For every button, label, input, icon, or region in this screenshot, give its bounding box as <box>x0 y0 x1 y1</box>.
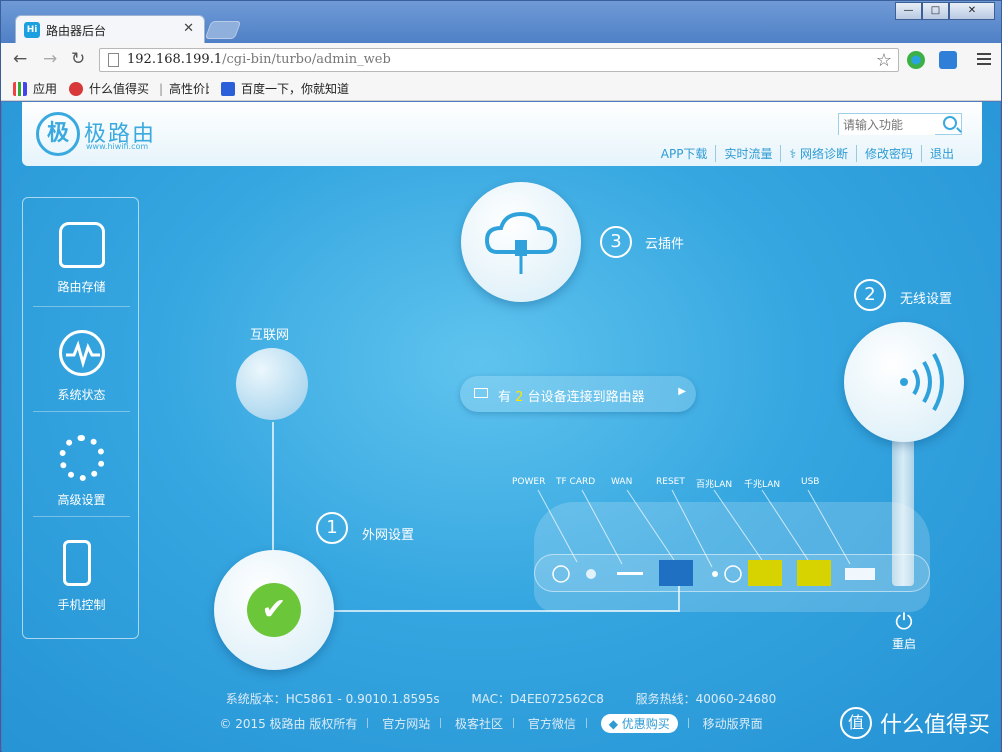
brand-url: www.hiwifi.com <box>86 142 149 151</box>
back-icon[interactable]: ← <box>13 49 27 69</box>
wan-port-icon <box>659 560 693 586</box>
mac-address: D4EE072562C8 <box>510 692 604 706</box>
search-icon[interactable] <box>943 116 957 130</box>
new-tab-button[interactable] <box>204 21 242 39</box>
page-icon <box>108 53 119 67</box>
internet-label: 互联网 <box>250 328 290 343</box>
close-tab-icon[interactable]: ✕ <box>183 21 194 36</box>
cloud-plugin-button[interactable] <box>461 182 581 302</box>
extension-edge-icon[interactable] <box>907 51 925 69</box>
check-ok-icon: ✔ <box>247 583 301 637</box>
sidebar-item-phone[interactable]: 手机控制 <box>23 516 140 621</box>
discount-buy-button[interactable]: ◆ 优惠购买 <box>600 714 678 733</box>
port-label-reset: RESET <box>656 477 685 487</box>
wan-settings-button[interactable]: ✔ <box>214 550 334 670</box>
router-front-panel <box>534 554 930 592</box>
smzdm-watermark: 值 什么值得买 <box>839 707 990 739</box>
page-header: 极 极路由 www.hiwifi.com APP下载 实时流量 ⚕网络诊断 修改… <box>22 102 982 166</box>
link-official-site[interactable]: 官方网站 <box>382 717 430 731</box>
header-links: APP下载 实时流量 ⚕ 网络诊断 修改密码 退出 <box>653 145 962 162</box>
bookmark-smzdm[interactable]: 什么值得买 <box>69 80 149 97</box>
bookmark-gaoxingjiabi[interactable]: |高性价比 <box>159 80 209 97</box>
hiwifi-logo-icon: 极 <box>36 112 80 156</box>
link-mobile-version[interactable]: 移动版界面 <box>703 717 763 731</box>
gear-icon <box>59 435 105 481</box>
reboot-button[interactable]: ⏻ 重启 <box>888 610 920 652</box>
step-3-badge: 3 <box>600 226 632 258</box>
pulse-icon <box>59 330 105 376</box>
link-network-diagnose[interactable]: ⚕ 网络诊断 <box>780 145 856 162</box>
browser-window: Hi 路由器后台 ✕ — □ ✕ ← → ↻ 192.168.199.1/cgi… <box>0 0 1002 752</box>
laptop-icon <box>474 388 488 398</box>
link-realtime-traffic[interactable]: 实时流量 <box>715 145 780 162</box>
sidebar-item-status[interactable]: 系统状态 <box>23 306 140 411</box>
cloud-plugin-label[interactable]: 云插件 <box>645 233 684 252</box>
storage-icon <box>59 222 105 268</box>
step-2-badge: 2 <box>854 279 886 311</box>
forward-icon[interactable]: → <box>43 49 57 69</box>
smzdm-icon <box>69 81 83 96</box>
internet-globe-icon <box>236 348 308 420</box>
connected-devices-bar[interactable]: 有 2 台设备连接到路由器 ▶ <box>460 376 696 412</box>
port-label-tfcard: TF CARD <box>556 477 596 487</box>
link-geek-community[interactable]: 极客社区 <box>455 717 503 731</box>
port-label-lan1000: 千兆LAN <box>744 480 781 490</box>
bookmark-baidu[interactable]: 百度一下，你就知道 <box>221 80 349 97</box>
address-bar[interactable]: 192.168.199.1/cgi-bin/turbo/admin_web ☆ <box>99 48 899 72</box>
smzdm-logo-icon: 值 <box>839 707 872 739</box>
sidebar-item-storage[interactable]: 路由存储 <box>23 198 140 303</box>
bookmarks-bar: 应用 什么值得买 |高性价比 百度一下，你就知道 <box>1 75 1001 101</box>
maximize-button[interactable]: □ <box>922 2 949 20</box>
copyright: © 2015 极路由 版权所有 <box>219 717 358 731</box>
tab-title: 路由器后台 <box>46 24 107 38</box>
port-label-wan: WAN <box>611 477 633 487</box>
link-change-password[interactable]: 修改密码 <box>855 145 921 162</box>
wireless-settings-label[interactable]: 无线设置 <box>900 288 952 307</box>
bookmark-apps[interactable]: 应用 <box>13 80 57 97</box>
minimize-button[interactable]: — <box>895 2 922 20</box>
play-arrow-icon: ▶ <box>678 386 686 397</box>
browser-toolbar: ← → ↻ 192.168.199.1/cgi-bin/turbo/admin_… <box>1 43 1001 75</box>
extension-translate-icon[interactable] <box>939 51 957 69</box>
link-official-wechat[interactable]: 官方微信 <box>528 717 576 731</box>
port-label-power: POWER <box>512 477 546 487</box>
port-label-usb: USB <box>801 477 820 487</box>
apps-icon <box>13 81 27 96</box>
stethoscope-icon: ⚕ <box>789 147 796 161</box>
link-logout[interactable]: 退出 <box>920 145 962 162</box>
device-count: 2 <box>515 390 524 405</box>
wan-settings-label[interactable]: 外网设置 <box>362 524 414 543</box>
service-hotline: 40060-24680 <box>695 692 777 706</box>
browser-tab[interactable]: Hi 路由器后台 ✕ <box>15 15 205 43</box>
wifi-signal-icon <box>900 353 944 411</box>
function-search <box>838 113 962 135</box>
footer-info: 系统版本：HC5861 - 0.9010.1.8595s MAC：D4EE072… <box>225 692 777 706</box>
browser-menu-icon[interactable] <box>977 53 991 65</box>
port-label-lan100: 百兆LAN <box>696 480 733 490</box>
lan100-port-icon <box>748 560 782 586</box>
link-app-download[interactable]: APP下载 <box>653 145 716 162</box>
step-1-badge: 1 <box>316 512 348 544</box>
phone-icon <box>63 540 91 586</box>
cloud-plug-icon <box>484 211 558 274</box>
url-path: /cgi-bin/turbo/admin_web <box>222 52 391 67</box>
title-bar: Hi 路由器后台 ✕ — □ ✕ <box>1 1 1001 43</box>
lan1000-port-icon <box>797 560 831 586</box>
hiwifi-favicon-icon: Hi <box>24 22 40 38</box>
search-input[interactable] <box>839 115 935 135</box>
router-admin-page: 极 极路由 www.hiwifi.com APP下载 实时流量 ⚕网络诊断 修改… <box>2 102 1000 752</box>
bookmark-star-icon[interactable]: ☆ <box>876 50 892 71</box>
close-window-button[interactable]: ✕ <box>949 2 995 20</box>
sidebar-item-advanced[interactable]: 高级设置 <box>23 411 140 516</box>
baidu-paw-icon <box>221 81 235 96</box>
url-host: 192.168.199.1 <box>127 52 223 67</box>
power-icon: ⏻ <box>895 610 913 635</box>
firmware-version: HC5861 - 0.9010.1.8595s <box>285 692 440 706</box>
wireless-settings-button[interactable] <box>844 322 964 442</box>
sidebar: 路由存储 系统状态 高级设置 手机控制 <box>22 197 139 639</box>
reload-icon[interactable]: ↻ <box>71 49 85 69</box>
